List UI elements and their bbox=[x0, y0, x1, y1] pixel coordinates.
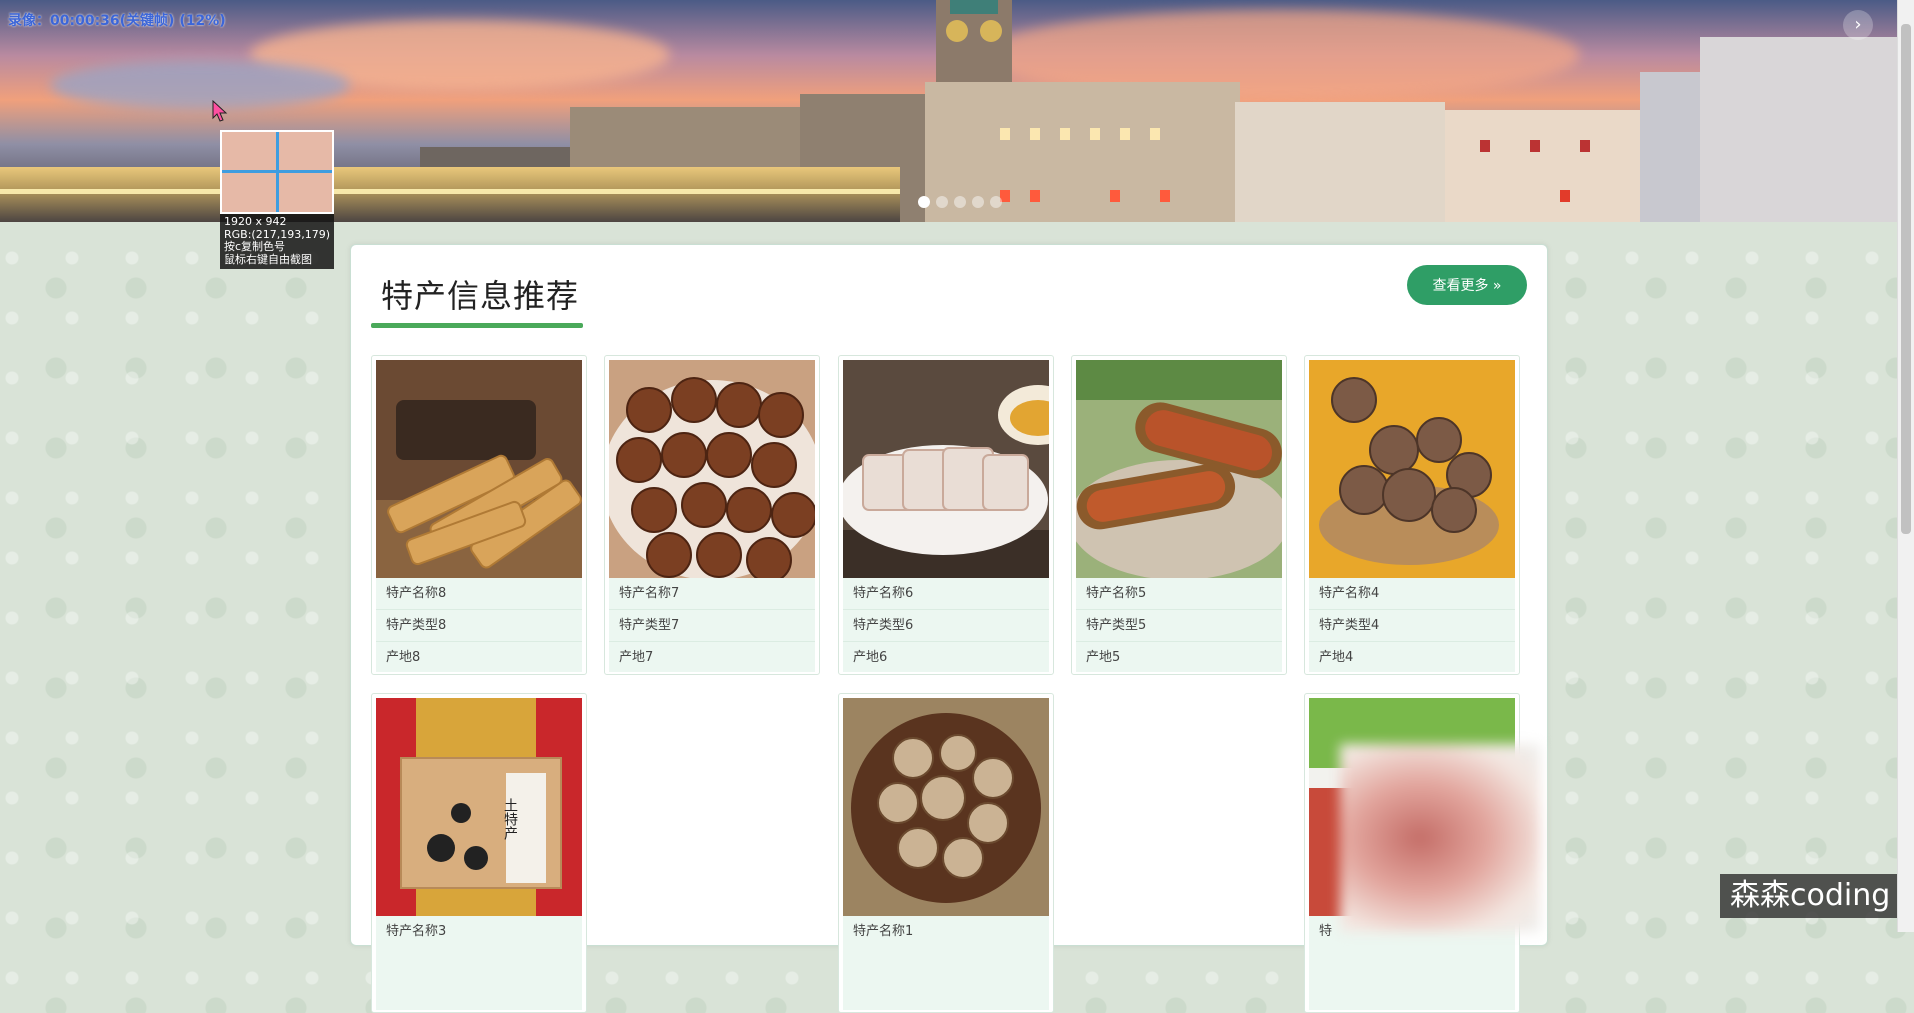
crosshair-icon bbox=[276, 132, 279, 212]
window bbox=[1480, 140, 1490, 152]
window bbox=[1030, 190, 1040, 202]
product-card[interactable]: 特产名称8 特产类型8 产地8 bbox=[371, 355, 587, 675]
window bbox=[1060, 128, 1070, 140]
carousel-dot[interactable] bbox=[972, 196, 984, 208]
mouse-cursor-icon bbox=[212, 100, 228, 122]
product-info: 特产名称1 bbox=[843, 916, 1049, 1010]
product-info: 特产名称7 特产类型7 产地7 bbox=[609, 578, 815, 672]
window bbox=[1030, 128, 1040, 140]
bridge bbox=[0, 167, 900, 222]
window bbox=[1160, 190, 1170, 202]
blurred-popup-image bbox=[1340, 744, 1540, 932]
window bbox=[1150, 128, 1160, 140]
product-origin: 产地5 bbox=[1086, 650, 1121, 665]
picker-hint-capture: 鼠标右键自由截图 bbox=[224, 252, 312, 266]
carousel-dot[interactable] bbox=[954, 196, 966, 208]
title-underline bbox=[371, 323, 583, 328]
gift-box-icon[interactable]: 土特产 bbox=[376, 698, 582, 916]
monk-fruit-icon[interactable] bbox=[1309, 360, 1515, 578]
window bbox=[1110, 190, 1120, 202]
bridge-lights bbox=[0, 189, 900, 194]
shiitake-icon[interactable] bbox=[843, 698, 1049, 916]
meat-slices-icon[interactable] bbox=[843, 360, 1049, 578]
recorder-status: 录像：00:00:36(关键帧) (12%) bbox=[8, 13, 226, 29]
product-origin: 产地8 bbox=[386, 650, 421, 665]
product-type: 特产类型8 bbox=[376, 610, 582, 642]
carousel-next-button[interactable]: › bbox=[1843, 10, 1873, 40]
product-name[interactable]: 特产名称6 bbox=[843, 578, 1049, 610]
color-picker-magnifier bbox=[220, 130, 334, 214]
cloud bbox=[50, 60, 350, 110]
product-origin: 产地6 bbox=[853, 650, 888, 665]
product-card[interactable]: 土特产 特产名称3 bbox=[371, 693, 587, 1013]
carousel-indicators bbox=[918, 196, 1002, 208]
picker-size: 1920 x 942 bbox=[224, 215, 287, 228]
product-card[interactable]: 特产名称7 特产类型7 产地7 bbox=[604, 355, 820, 675]
product-type: 特产类型7 bbox=[609, 610, 815, 642]
product-name[interactable]: 特产名称5 bbox=[1076, 578, 1282, 610]
gift-box-label: 土特产 bbox=[502, 798, 518, 841]
product-name[interactable]: 特产名称4 bbox=[1309, 578, 1515, 610]
product-info: 特产名称3 bbox=[376, 916, 582, 1010]
product-info: 特产名称8 特产类型8 产地8 bbox=[376, 578, 582, 672]
product-name[interactable]: 特产名称8 bbox=[376, 578, 582, 610]
clock-face bbox=[980, 20, 1002, 42]
carousel-dot[interactable] bbox=[936, 196, 948, 208]
window bbox=[1090, 128, 1100, 140]
window bbox=[1560, 190, 1570, 202]
building bbox=[1700, 37, 1897, 222]
product-card[interactable]: 特产名称1 bbox=[838, 693, 1054, 1013]
product-card[interactable]: 特产名称4 特产类型4 产地4 bbox=[1304, 355, 1520, 675]
product-type: 特产类型5 bbox=[1076, 610, 1282, 642]
carousel-dot[interactable] bbox=[918, 196, 930, 208]
building bbox=[1640, 72, 1700, 222]
watermark: 森森coding bbox=[1720, 874, 1901, 918]
section-title: 特产信息推荐 bbox=[381, 277, 580, 315]
tamarind-icon[interactable] bbox=[1076, 360, 1282, 578]
window bbox=[1000, 128, 1010, 140]
scrollbar-thumb[interactable] bbox=[1901, 24, 1911, 534]
carousel-dot[interactable] bbox=[990, 196, 1002, 208]
product-card[interactable]: 特产名称6 特产类型6 产地6 bbox=[838, 355, 1054, 675]
sesame-candy-icon[interactable] bbox=[376, 360, 582, 578]
tower-roof bbox=[950, 0, 998, 14]
view-more-button[interactable]: 查看更多 » bbox=[1407, 265, 1527, 305]
product-card[interactable]: 特产名称5 特产类型5 产地5 bbox=[1071, 355, 1287, 675]
product-origin: 产地4 bbox=[1319, 650, 1354, 665]
product-name[interactable]: 特产名称7 bbox=[609, 578, 815, 610]
building bbox=[1235, 102, 1445, 222]
window bbox=[1530, 140, 1540, 152]
window bbox=[1580, 140, 1590, 152]
walnut-icon[interactable] bbox=[609, 360, 815, 578]
product-info: 特产名称5 特产类型5 产地5 bbox=[1076, 578, 1282, 672]
window bbox=[1120, 128, 1130, 140]
product-info: 特产名称4 特产类型4 产地4 bbox=[1309, 578, 1515, 672]
picker-hint-copy: 按c复制色号 bbox=[224, 240, 286, 253]
product-origin: 产地7 bbox=[619, 650, 654, 665]
product-type: 特产类型6 bbox=[843, 610, 1049, 642]
clock-face bbox=[946, 20, 968, 42]
product-type: 特产类型4 bbox=[1309, 610, 1515, 642]
color-picker-info: 1920 x 942 RGB:(217,193,179) 按c复制色号 鼠标右键… bbox=[220, 214, 334, 269]
product-info: 特产名称6 特产类型6 产地6 bbox=[843, 578, 1049, 672]
building bbox=[1445, 110, 1645, 222]
page-scrollbar[interactable] bbox=[1897, 0, 1914, 932]
